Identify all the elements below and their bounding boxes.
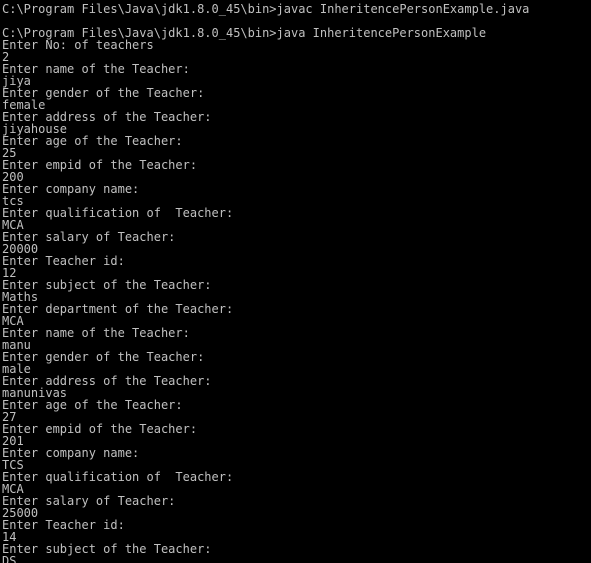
console-line: Enter company name: (2, 182, 140, 196)
console-line: Enter empid of the Teacher: (2, 158, 198, 172)
console-line: Enter gender of the Teacher: (2, 350, 205, 364)
console-line: Enter age of the Teacher: (2, 398, 183, 412)
console-line: Enter salary of Teacher: (2, 230, 176, 244)
console-output[interactable]: C:\Program Files\Java\jdk1.8.0_45\bin>ja… (2, 3, 591, 563)
console-line: Enter subject of the Teacher: (2, 542, 212, 556)
console-line: Enter salary of Teacher: (2, 494, 176, 508)
console-line: Enter address of the Teacher: (2, 374, 212, 388)
console-line: Enter qualification of Teacher: (2, 206, 234, 220)
console-line: Enter department of the Teacher: (2, 302, 234, 316)
console-line: Enter subject of the Teacher: (2, 278, 212, 292)
console-line: Enter qualification of Teacher: (2, 470, 234, 484)
console-line: Enter address of the Teacher: (2, 110, 212, 124)
console-line: DS (2, 554, 17, 563)
console-line: Enter No: of teachers (2, 38, 154, 52)
console-line: Enter empid of the Teacher: (2, 422, 198, 436)
console-line: Enter Teacher id: (2, 518, 125, 532)
console-line: C:\Program Files\Java\jdk1.8.0_45\bin>ja… (2, 3, 530, 16)
console-line: Enter age of the Teacher: (2, 134, 183, 148)
console-line: Enter gender of the Teacher: (2, 86, 205, 100)
console-line: Enter company name: (2, 446, 140, 460)
console-line: Enter name of the Teacher: (2, 326, 190, 340)
console-window[interactable]: C:\Program Files\Java\jdk1.8.0_45\bin>ja… (0, 0, 591, 563)
console-line: Enter Teacher id: (2, 254, 125, 268)
console-line: Enter name of the Teacher: (2, 62, 190, 76)
